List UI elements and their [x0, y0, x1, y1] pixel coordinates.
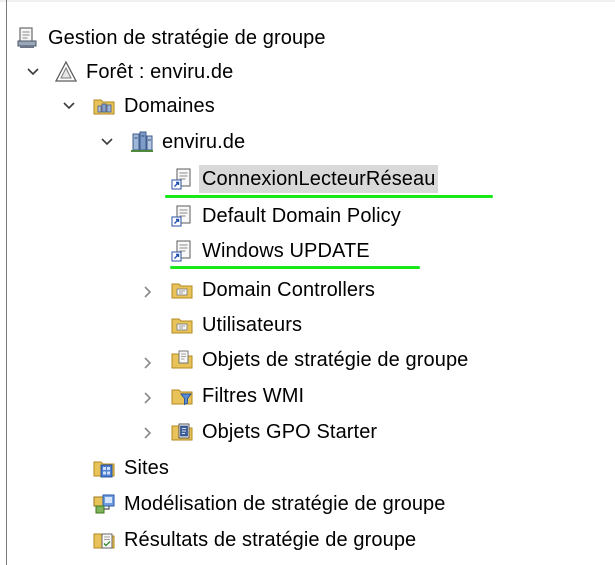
tree-label-sites: Sites — [124, 457, 169, 479]
tree-label-gpo-default: Default Domain Policy — [202, 205, 401, 227]
domain-collapse-chevron[interactable] — [98, 133, 116, 151]
tree-label-results: Résultats de stratégie de groupe — [124, 529, 417, 551]
tree-node-gpo-default[interactable]: Default Domain Policy — [170, 199, 404, 233]
chevron-down-icon — [101, 138, 113, 146]
chevron-down-icon — [27, 68, 39, 76]
results-icon — [93, 533, 115, 549]
gpo-link-icon — [171, 168, 191, 190]
tree-node-wmi-filters[interactable]: Filtres WMI — [170, 379, 307, 413]
tree-node-starter-gpo[interactable]: Objets GPO Starter — [170, 415, 380, 449]
chevron-right-icon — [144, 392, 152, 404]
gpo-link-icon — [171, 205, 191, 227]
tree-node-modeling[interactable]: Modélisation de stratégie de groupe — [92, 487, 449, 521]
tree-node-domains[interactable]: Domaines — [92, 89, 218, 123]
gpmc-console-icon — [17, 27, 37, 48]
forest-collapse-chevron[interactable] — [24, 63, 42, 81]
tree-label-gpo-windows-update: Windows UPDATE — [202, 240, 370, 262]
gpmc-tree-view[interactable]: Gestion de stratégie de groupe Forêt : e… — [0, 0, 615, 565]
tree-node-forest[interactable]: Forêt : enviru.de — [54, 55, 236, 89]
starter-gpo-icon — [171, 423, 193, 441]
tree-label-gpo-connexion: ConnexionLecteurRéseau — [199, 165, 439, 193]
tree-node-results[interactable]: Résultats de stratégie de groupe — [92, 523, 419, 557]
ou-folder-icon — [171, 283, 193, 299]
gpo-container-icon — [171, 350, 193, 369]
tree-label-root: Gestion de stratégie de groupe — [48, 27, 326, 49]
wmi-filter-icon — [171, 389, 193, 406]
highlight-underline-connexion — [165, 195, 493, 198]
sites-icon — [93, 461, 115, 478]
chevron-right-icon — [144, 357, 152, 369]
tree-label-forest: Forêt : enviru.de — [86, 61, 234, 83]
chevron-down-icon — [63, 102, 75, 110]
tree-node-domain-controllers[interactable]: Domain Controllers — [170, 273, 378, 307]
domains-collapse-chevron[interactable] — [60, 97, 78, 115]
gpo-container-expand-chevron[interactable] — [139, 354, 157, 372]
tree-node-gpo-container[interactable]: Objets de stratégie de groupe — [170, 343, 471, 377]
tree-label-utilisateurs: Utilisateurs — [202, 314, 303, 336]
wmi-filters-expand-chevron[interactable] — [139, 389, 157, 407]
domain-controllers-expand-chevron[interactable] — [139, 283, 157, 301]
chevron-right-icon — [144, 286, 152, 298]
gpo-link-icon — [171, 240, 191, 262]
domains-folder-icon — [93, 99, 115, 115]
tree-node-gpo-windows-update[interactable]: Windows UPDATE — [170, 234, 373, 268]
tree-node-root[interactable]: Gestion de stratégie de groupe — [16, 21, 329, 55]
highlight-underline-windows-update — [170, 266, 420, 269]
modeling-icon — [93, 494, 115, 514]
starter-gpo-expand-chevron[interactable] — [139, 424, 157, 442]
tree-label-gpo-container: Objets de stratégie de groupe — [202, 349, 469, 371]
chevron-right-icon — [144, 427, 152, 439]
tree-node-utilisateurs[interactable]: Utilisateurs — [170, 308, 305, 342]
domain-icon — [131, 131, 153, 152]
tree-node-sites[interactable]: Sites — [92, 451, 172, 485]
ou-folder-icon — [171, 318, 193, 334]
tree-label-modeling: Modélisation de stratégie de groupe — [124, 493, 446, 515]
tree-label-starter-gpo: Objets GPO Starter — [202, 421, 378, 443]
tree-label-domain-controllers: Domain Controllers — [202, 279, 375, 301]
tree-node-domain-enviru[interactable]: enviru.de — [130, 125, 248, 159]
tree-label-domains: Domaines — [124, 95, 215, 117]
forest-icon — [54, 60, 78, 82]
tree-label-domain: enviru.de — [162, 131, 246, 153]
tree-label-wmi-filters: Filtres WMI — [202, 385, 305, 407]
tree-node-gpo-connexion[interactable]: ConnexionLecteurRéseau — [170, 162, 439, 196]
